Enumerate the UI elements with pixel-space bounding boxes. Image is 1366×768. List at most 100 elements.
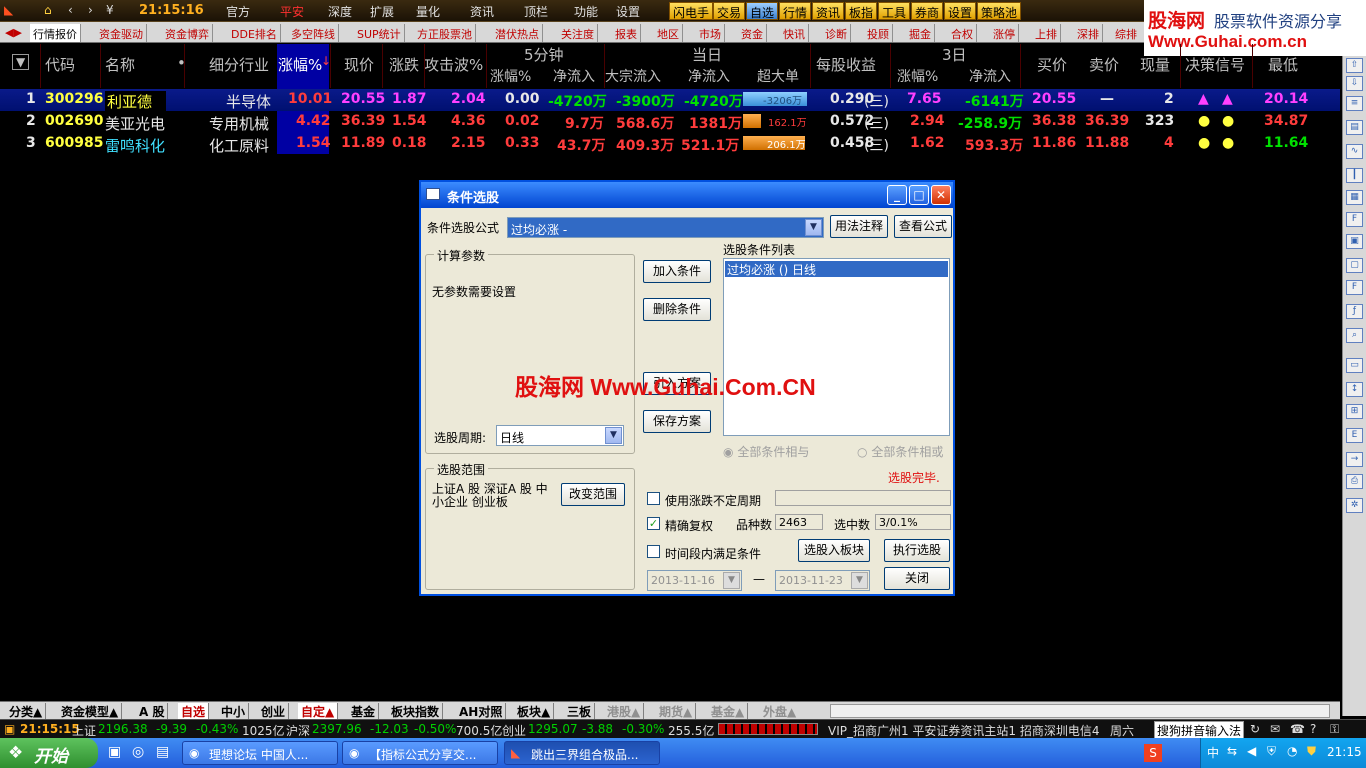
etf-icon[interactable]: E: [1346, 428, 1363, 443]
col-sell[interactable]: 卖价: [1089, 54, 1119, 75]
ftab-7[interactable]: 潜伏热点: [492, 24, 543, 42]
chevron-down-icon[interactable]: ▼: [723, 572, 740, 589]
scroll-left-icon[interactable]: ◀▶: [2, 24, 25, 42]
date-to-select[interactable]: 2013-11-23 ▼: [775, 570, 870, 591]
ftab-9[interactable]: 报表: [612, 24, 641, 42]
col-industry[interactable]: 细分行业: [209, 54, 269, 75]
period-select[interactable]: 日线 ▼: [496, 425, 624, 446]
btab-7[interactable]: 基金: [348, 703, 380, 719]
col-code[interactable]: 代码: [45, 54, 75, 75]
ftab-1[interactable]: 资金驱动: [96, 24, 147, 42]
ftab-15[interactable]: 投顾: [864, 24, 893, 42]
maximize-icon[interactable]: □: [909, 185, 929, 205]
shield-icon[interactable]: ⛊: [1307, 744, 1316, 759]
btab-2[interactable]: A 股: [136, 703, 169, 719]
tab-trade[interactable]: 交易: [713, 2, 746, 20]
radio-and[interactable]: ◉ 全部条件相与: [723, 443, 809, 460]
col-day-flow[interactable]: 净流入: [688, 66, 730, 86]
unfixed-period-checkbox[interactable]: [647, 492, 660, 505]
help-icon[interactable]: ?: [1310, 722, 1316, 736]
grid-icon[interactable]: ⊞: [1346, 404, 1363, 419]
btab-8[interactable]: 板块指数: [388, 703, 444, 719]
ftab-4[interactable]: 多空阵线: [288, 24, 339, 42]
start-button[interactable]: ❖ 开始: [0, 738, 98, 768]
change-range-button[interactable]: 改变范围: [561, 483, 625, 506]
line-chart-icon[interactable]: ∿: [1346, 144, 1363, 159]
tab-setup[interactable]: 设置: [944, 2, 977, 20]
btab-14[interactable]: 基金▲: [708, 703, 749, 719]
ftab-21[interactable]: 综排: [1112, 24, 1140, 42]
tab-strategy[interactable]: 策略池: [977, 2, 1022, 20]
unfixed-period-field[interactable]: [775, 490, 951, 506]
btab-15[interactable]: 外盘▲: [760, 703, 799, 719]
ftab-17[interactable]: 合权: [948, 24, 977, 42]
f10-icon[interactable]: F: [1346, 212, 1363, 227]
browser-icon[interactable]: ◎: [132, 744, 144, 760]
f12-icon[interactable]: F: [1346, 280, 1363, 295]
table-row[interactable]: 2 002690 美亚光电 专用机械 4.42 36.39 1.54 4.36 …: [0, 111, 1340, 133]
dialog-titlebar[interactable]: 条件选股 _ □ ✕: [421, 182, 953, 208]
col-low[interactable]: 最低: [1268, 54, 1298, 75]
message-icon[interactable]: ✉: [1270, 722, 1280, 736]
formula-select[interactable]: 过均必涨 - ▼: [507, 217, 824, 238]
refresh-icon[interactable]: ↻: [1250, 722, 1260, 736]
menu-news[interactable]: 资讯: [470, 3, 494, 20]
ftab-13[interactable]: 快讯: [780, 24, 809, 42]
btab-5[interactable]: 创业: [258, 703, 290, 719]
chevron-down-icon[interactable]: ▼: [805, 219, 822, 236]
ftab-10[interactable]: 地区: [654, 24, 683, 42]
ftab-5[interactable]: SUP统计: [354, 24, 405, 42]
sogou-icon[interactable]: S: [1144, 744, 1162, 762]
col-5m-flow[interactable]: 净流入: [553, 66, 595, 86]
menu-official[interactable]: 官方: [226, 3, 250, 20]
desktop-icon[interactable]: ▤: [156, 744, 169, 760]
close-button[interactable]: 关闭: [884, 567, 950, 590]
col-3d-flow[interactable]: 净流入: [969, 66, 1011, 86]
formula-icon[interactable]: ƒ: [1346, 304, 1363, 319]
col-change[interactable]: 涨跌: [389, 54, 419, 75]
language-icon[interactable]: 中: [1207, 744, 1219, 761]
col-buy[interactable]: 买价: [1037, 54, 1067, 75]
usage-button[interactable]: 用法注释: [830, 215, 888, 238]
taskbar-item[interactable]: ◉ 【指标公式分享交...: [342, 741, 498, 765]
tab-broker[interactable]: 券商: [911, 2, 944, 20]
btab-12[interactable]: 港股▲: [604, 703, 645, 719]
ftab-0[interactable]: 行情报价: [30, 24, 81, 42]
col-super[interactable]: 超大单: [757, 66, 799, 86]
gear-icon[interactable]: ✲: [1346, 498, 1363, 513]
taskbar-item[interactable]: ◣ 跳出三界组合极品...: [504, 741, 660, 765]
date-from-select[interactable]: 2013-11-16 ▼: [647, 570, 742, 591]
save-plan-button[interactable]: 保存方案: [643, 410, 711, 433]
delete-condition-button[interactable]: 删除条件: [643, 298, 711, 321]
magnifier-icon[interactable]: ⌕: [1346, 328, 1363, 343]
document-icon[interactable]: ▣: [1346, 234, 1363, 249]
close-icon[interactable]: ✕: [931, 185, 951, 205]
col-5m-pct[interactable]: 涨幅%: [490, 66, 531, 86]
btab-11[interactable]: 三板: [564, 703, 596, 719]
condition-list[interactable]: 过均必涨 () 日线: [723, 258, 950, 436]
menu-function[interactable]: 功能: [574, 3, 598, 20]
col-price[interactable]: 现价: [344, 54, 374, 75]
ftab-14[interactable]: 诊断: [822, 24, 851, 42]
col-name[interactable]: 名称: [105, 54, 135, 75]
tab-tools[interactable]: 工具: [878, 2, 911, 20]
network-icon[interactable]: ⇆: [1227, 744, 1237, 758]
report-icon[interactable]: ≡: [1346, 96, 1363, 111]
btab-13[interactable]: 期货▲: [656, 703, 697, 719]
security-icon[interactable]: ⛨: [1267, 744, 1276, 759]
ftab-8[interactable]: 关注度: [558, 24, 598, 42]
chevron-down-icon[interactable]: ▼: [851, 572, 868, 589]
table-icon[interactable]: ▦: [1346, 190, 1363, 205]
menu-extend[interactable]: 扩展: [370, 3, 394, 20]
taskbar-item[interactable]: ◉ 理想论坛 中国人...: [182, 741, 338, 765]
ftab-6[interactable]: 方正股票池: [414, 24, 476, 42]
col-vol[interactable]: 现量: [1140, 54, 1170, 75]
btab-4[interactable]: 中小: [218, 703, 250, 719]
login-icon[interactable]: →: [1346, 452, 1363, 467]
app-logo-icon[interactable]: ◣: [4, 3, 13, 17]
tab-index[interactable]: 板指: [845, 2, 878, 20]
ftab-20[interactable]: 深排: [1074, 24, 1103, 42]
view-formula-button[interactable]: 查看公式: [894, 215, 952, 238]
col-eps[interactable]: 每股收益: [816, 54, 876, 75]
ftab-18[interactable]: 涨停: [990, 24, 1019, 42]
